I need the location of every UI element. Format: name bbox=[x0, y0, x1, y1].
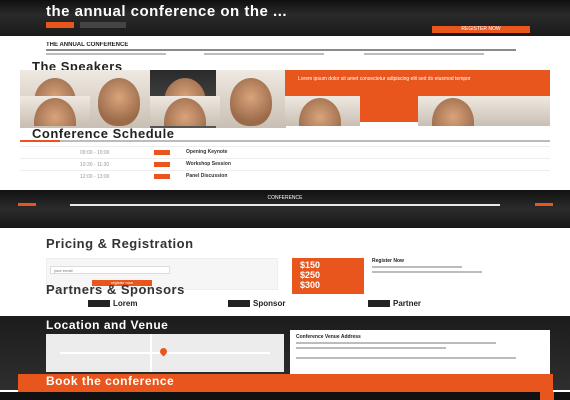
map-road bbox=[150, 334, 152, 372]
schedule-time: 09:00 - 10:00 bbox=[80, 150, 110, 156]
schedule-row[interactable]: 09:00 - 10:00 Opening Keynote bbox=[20, 146, 550, 158]
pricing-title: Pricing & Registration bbox=[46, 236, 194, 251]
schedule-row[interactable]: 12:00 - 13:00 Panel Discussion bbox=[20, 170, 550, 182]
band-accent bbox=[18, 203, 36, 206]
register-button[interactable]: REGISTER NOW bbox=[432, 26, 530, 33]
schedule-title: Panel Discussion bbox=[186, 173, 228, 179]
intro-text-line bbox=[46, 53, 166, 55]
hero-title: the annual conference on the ... bbox=[46, 3, 288, 20]
sponsor-mark-icon bbox=[368, 300, 390, 308]
band-accent bbox=[535, 203, 553, 206]
sponsor-mark-icon bbox=[88, 300, 110, 308]
intro-text-line bbox=[46, 49, 516, 51]
speakers-banner-text: Lorem ipsum dolor sit amet consectetur a… bbox=[298, 76, 471, 82]
cta-title[interactable]: Book the conference bbox=[46, 374, 174, 388]
venue-text-line bbox=[296, 357, 516, 359]
schedule-title: Workshop Session bbox=[186, 161, 231, 167]
sponsors-title: Partners & Sponsors bbox=[46, 282, 185, 297]
pricing-info-title: Register Now bbox=[372, 258, 404, 264]
speaker-photo[interactable] bbox=[20, 96, 90, 126]
intro-heading: THE ANNUAL CONFERENCE bbox=[46, 42, 129, 48]
intro-text-line bbox=[204, 53, 324, 55]
schedule-tab-active[interactable] bbox=[20, 140, 60, 142]
sponsor-logo[interactable]: Sponsor bbox=[228, 300, 285, 308]
sponsor-logo[interactable]: Lorem bbox=[88, 300, 137, 308]
schedule-time: 10:30 - 11:30 bbox=[80, 162, 110, 168]
speaker-photo[interactable] bbox=[216, 70, 286, 128]
intro-text-line bbox=[364, 53, 484, 55]
schedule-tag bbox=[154, 162, 170, 167]
band-text-line bbox=[70, 204, 500, 206]
sponsor-logo[interactable]: Partner bbox=[368, 300, 421, 308]
location-title: Location and Venue bbox=[46, 318, 169, 332]
price-value: $300 bbox=[300, 280, 321, 290]
email-field[interactable] bbox=[50, 266, 170, 274]
schedule-row[interactable]: 10:30 - 11:30 Workshop Session bbox=[20, 158, 550, 170]
band-title: CONFERENCE bbox=[267, 195, 303, 201]
venue-heading: Conference Venue Address bbox=[296, 334, 361, 340]
hero-tab-1[interactable] bbox=[46, 22, 74, 28]
speaker-photo[interactable] bbox=[418, 96, 550, 126]
schedule-tag bbox=[154, 174, 170, 179]
schedule-tag bbox=[154, 150, 170, 155]
venue-text-line bbox=[296, 342, 496, 344]
footer bbox=[0, 392, 570, 400]
speaker-photo[interactable] bbox=[150, 96, 220, 126]
hero-tab-2[interactable] bbox=[80, 22, 126, 28]
scroll-top-icon[interactable] bbox=[540, 392, 554, 400]
sponsor-mark-icon bbox=[228, 300, 250, 308]
speaker-photo[interactable] bbox=[285, 96, 360, 126]
schedule-tabs-divider bbox=[60, 140, 550, 142]
schedule-title: Conference Schedule bbox=[32, 126, 175, 141]
schedule-title: Opening Keynote bbox=[186, 149, 228, 155]
price-value: $150 bbox=[300, 260, 321, 270]
pricing-info-line bbox=[372, 266, 462, 268]
venue-text-line bbox=[296, 347, 446, 349]
schedule-time: 12:00 - 13:00 bbox=[80, 174, 110, 180]
speaker-photo[interactable] bbox=[84, 70, 154, 128]
price-value: $250 bbox=[300, 270, 321, 280]
pricing-info-line bbox=[372, 271, 482, 273]
